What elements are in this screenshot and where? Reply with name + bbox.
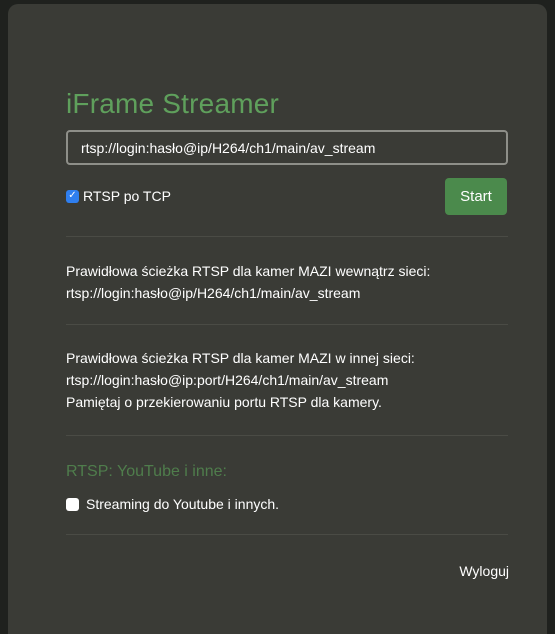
youtube-section-title: RTSP: YouTube i inne: <box>66 463 227 480</box>
info-local-line2: rtsp://login:hasło@ip/H264/ch1/main/av_s… <box>66 285 361 301</box>
divider <box>66 236 508 237</box>
streamer-panel: iFrame Streamer ✓ RTSP po TCP Start Praw… <box>8 4 547 634</box>
rtsp-tcp-checkbox[interactable]: ✓ <box>66 189 79 203</box>
youtube-stream-label: Streaming do Youtube i innych. <box>86 496 280 512</box>
info-local-line1: Prawidłowa ścieżka RTSP dla kamer MAZI w… <box>66 263 431 279</box>
start-button[interactable]: Start <box>445 178 507 215</box>
logout-link[interactable]: Wyloguj <box>459 563 509 579</box>
app-title: iFrame Streamer <box>66 88 280 119</box>
info-local-network: Prawidłowa ścieżka RTSP dla kamer MAZI w… <box>66 260 430 304</box>
rtsp-tcp-label: RTSP po TCP <box>83 188 171 204</box>
youtube-stream-checkbox[interactable] <box>66 497 79 511</box>
divider <box>66 324 508 325</box>
rtsp-tcp-option[interactable]: ✓ RTSP po TCP <box>66 188 171 204</box>
rtsp-url-input[interactable] <box>66 130 508 165</box>
info-remote-line1: Prawidłowa ścieżka RTSP dla kamer MAZI w… <box>66 350 415 366</box>
divider <box>66 435 508 436</box>
youtube-stream-option[interactable]: Streaming do Youtube i innych. <box>66 496 279 512</box>
info-remote-network: Prawidłowa ścieżka RTSP dla kamer MAZI w… <box>66 347 415 413</box>
info-remote-line2: rtsp://login:hasło@ip:port/H264/ch1/main… <box>66 372 389 388</box>
divider <box>66 534 508 535</box>
info-remote-line3: Pamiętaj o przekierowaniu portu RTSP dla… <box>66 394 382 410</box>
